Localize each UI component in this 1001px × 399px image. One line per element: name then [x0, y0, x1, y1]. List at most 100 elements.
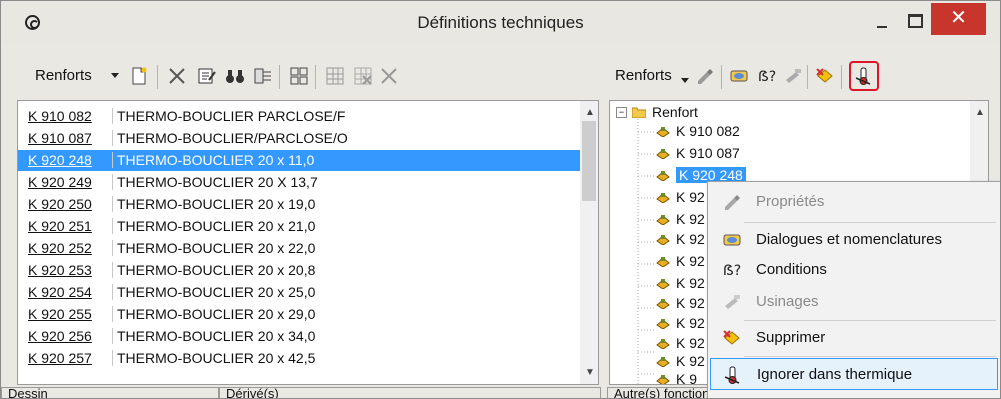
menu-item-ignore-thermal[interactable]: Ignorer dans thermique [710, 358, 998, 390]
delete-icon[interactable] [815, 66, 835, 86]
item-code[interactable]: K 910 087 [28, 130, 92, 146]
list-item[interactable]: K 920 250 THERMO-BOUCLIER 20 x 19,0 [18, 194, 580, 215]
delete-x-icon-2[interactable] [379, 66, 399, 86]
list-item[interactable]: K 920 249 THERMO-BOUCLIER 20 X 13,7 [18, 172, 580, 193]
reinforcement-list[interactable]: K 910 082 THERMO-BOUCLIER PARCLOSE/F K 91… [17, 100, 599, 385]
tree-node-label: K 92 [676, 253, 705, 269]
tree-node[interactable]: K 92 [656, 253, 705, 273]
chevron-up-icon[interactable]: ▲ [585, 107, 595, 118]
properties-icon[interactable] [197, 66, 217, 86]
layout-icon[interactable] [253, 66, 273, 86]
menu-item-delete[interactable]: Supprimer [710, 322, 998, 354]
tree-node[interactable]: K 92 [656, 189, 705, 209]
toolbar-separator [807, 65, 808, 89]
menu-item-dialogs[interactable]: Dialogues et nomenclatures [710, 224, 998, 256]
tree-node-label: K 910 087 [676, 145, 740, 161]
chevron-up-icon[interactable]: ▲ [975, 107, 985, 118]
list-item[interactable]: K 920 251 THERMO-BOUCLIER 20 x 21,0 [18, 216, 580, 237]
list-item[interactable]: K 910 082 THERMO-BOUCLIER PARCLOSE/F [18, 106, 580, 127]
list-item[interactable]: K 920 254 THERMO-BOUCLIER 20 x 25,0 [18, 282, 580, 303]
properties-icon [725, 195, 740, 210]
item-code[interactable]: K 920 255 [28, 306, 92, 322]
reinforcement-icon [656, 171, 670, 181]
tree-node[interactable]: K 92 [656, 211, 705, 231]
conditions-icon[interactable]: ẞ? [757, 66, 777, 86]
chevron-down-icon[interactable] [681, 78, 689, 83]
item-code[interactable]: K 920 256 [28, 328, 92, 344]
tree-node[interactable]: K 92 [656, 335, 705, 355]
close-button[interactable]: ✕ [931, 3, 986, 35]
menu-item-properties[interactable]: Propriétés [710, 186, 998, 218]
dialogs-icon[interactable] [729, 66, 749, 86]
menu-separator [744, 320, 996, 321]
tree-node[interactable]: K 92 [656, 275, 705, 295]
conditions-icon: ẞ? [723, 263, 741, 279]
tree-node-label: K 92 [676, 189, 705, 205]
tree-node[interactable]: K 92 [656, 295, 705, 315]
delete-x-icon[interactable] [167, 66, 187, 86]
list-item[interactable]: K 920 257 THERMO-BOUCLIER 20 x 42,5 [18, 348, 580, 369]
item-code[interactable]: K 920 248 [28, 152, 92, 168]
menu-item-machining[interactable]: Usinages [710, 286, 998, 318]
tree-node-label: K 92 [676, 211, 705, 227]
status-cell-derived: Dérivé(s) [219, 387, 601, 398]
reinforcement-icon [656, 375, 670, 384]
list-scrollbar[interactable]: ▲ ▼ [580, 101, 598, 384]
tree-node[interactable]: K 92 [656, 353, 705, 373]
tree-node[interactable]: K 910 087 [656, 145, 740, 165]
item-description: THERMO-BOUCLIER PARCLOSE/F [112, 108, 345, 124]
item-description: THERMO-BOUCLIER 20 x 29,0 [112, 306, 315, 322]
tree-node[interactable]: K 92 [656, 231, 705, 251]
toolbar-separator [315, 65, 316, 89]
item-description: THERMO-BOUCLIER 20 x 21,0 [112, 218, 315, 234]
list-item[interactable]: K 920 255 THERMO-BOUCLIER 20 x 29,0 [18, 304, 580, 325]
item-description: THERMO-BOUCLIER 20 x 22,0 [112, 240, 315, 256]
chevron-down-icon[interactable] [111, 73, 119, 78]
item-code[interactable]: K 920 253 [28, 262, 92, 278]
tree-node[interactable]: K 910 082 [656, 123, 740, 143]
reinforcement-icon [656, 279, 670, 289]
list-item[interactable]: K 910 087 THERMO-BOUCLIER/PARCLOSE/O [18, 128, 580, 149]
list-item-selected[interactable]: K 920 248 THERMO-BOUCLIER 20 x 11,0 [18, 150, 580, 171]
minimize-button[interactable] [867, 13, 897, 35]
multi-select-icon[interactable] [289, 66, 309, 86]
tree-node[interactable]: K 9 [656, 371, 697, 384]
menu-separator [744, 356, 996, 357]
tree-node-label: K 92 [676, 353, 705, 369]
item-code[interactable]: K 920 249 [28, 174, 92, 190]
menu-separator [744, 222, 996, 223]
item-code[interactable]: K 910 082 [28, 108, 92, 124]
item-code[interactable]: K 920 251 [28, 218, 92, 234]
left-toolbar: Renforts [17, 59, 599, 93]
find-binoculars-icon[interactable] [225, 66, 245, 86]
list-item[interactable]: K 920 252 THERMO-BOUCLIER 20 x 22,0 [18, 238, 580, 259]
toolbar-separator [841, 65, 842, 89]
menu-item-label: Ignorer dans thermique [757, 366, 913, 383]
list-item[interactable]: K 920 253 THERMO-BOUCLIER 20 x 20,8 [18, 260, 580, 281]
thermal-ignore-icon[interactable] [854, 66, 874, 86]
item-code[interactable]: K 920 250 [28, 196, 92, 212]
item-code[interactable]: K 920 254 [28, 284, 92, 300]
right-toolbar-label: Renforts [615, 67, 672, 84]
tree-node[interactable]: K 92 [656, 315, 705, 335]
machining-icon[interactable] [783, 66, 803, 86]
menu-item-conditions[interactable]: ẞ? Conditions [710, 254, 998, 286]
maximize-button[interactable] [899, 11, 929, 33]
multi-delete-icon[interactable] [353, 66, 373, 86]
tree-node-label: K 92 [676, 315, 705, 331]
grid-icon[interactable] [325, 66, 345, 86]
tree-node-label: K 92 [676, 335, 705, 351]
reinforcement-icon [656, 299, 670, 309]
tree-node-label: K 92 [676, 295, 705, 311]
properties-icon[interactable] [695, 66, 715, 86]
toolbar-separator [721, 65, 722, 89]
toolbar-separator [279, 65, 280, 89]
new-document-icon[interactable] [129, 66, 149, 86]
item-code[interactable]: K 920 257 [28, 350, 92, 366]
list-item[interactable]: K 920 256 THERMO-BOUCLIER 20 x 34,0 [18, 326, 580, 347]
chevron-down-icon[interactable]: ▼ [585, 367, 595, 378]
reinforcement-icon [656, 193, 670, 203]
item-description: THERMO-BOUCLIER 20 x 25,0 [112, 284, 315, 300]
item-code[interactable]: K 920 252 [28, 240, 92, 256]
scroll-thumb[interactable] [582, 121, 596, 201]
